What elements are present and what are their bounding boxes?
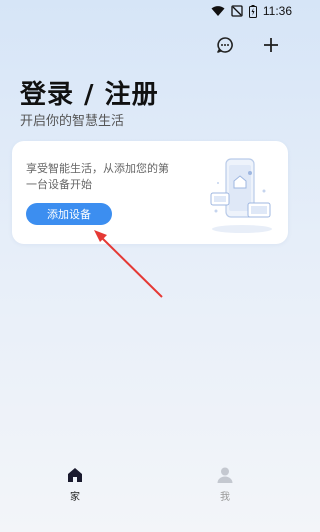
- add-button[interactable]: [260, 34, 282, 56]
- no-sim-icon: [231, 5, 243, 17]
- bottom-nav: 家 我: [0, 458, 300, 532]
- add-device-card: 享受智能生活，从添加您的第一台设备开始 添加设备: [12, 141, 288, 244]
- battery-icon: [248, 4, 257, 18]
- card-description: 享受智能生活，从添加您的第一台设备开始: [26, 162, 169, 191]
- plus-icon: [264, 38, 278, 52]
- chat-bubble-icon: [217, 37, 233, 53]
- nav-item-home[interactable]: 家: [35, 466, 115, 503]
- message-button[interactable]: [214, 34, 236, 56]
- wifi-icon: [211, 5, 225, 17]
- nav-label-me: 我: [220, 492, 230, 503]
- page-subtitle: 开启你的智慧生活: [20, 114, 125, 129]
- login-register-title[interactable]: 登录 / 注册: [20, 74, 159, 111]
- smart-device-illustration-icon: [210, 158, 272, 233]
- top-actions: [214, 34, 282, 56]
- profile-icon: [217, 467, 233, 483]
- nav-label-home: 家: [70, 492, 80, 503]
- status-time: 11:36: [262, 4, 292, 18]
- home-icon: [68, 468, 82, 482]
- status-bar: 11:36: [0, 0, 300, 22]
- add-device-button[interactable]: 添加设备: [26, 203, 112, 225]
- nav-item-me[interactable]: 我: [185, 466, 265, 503]
